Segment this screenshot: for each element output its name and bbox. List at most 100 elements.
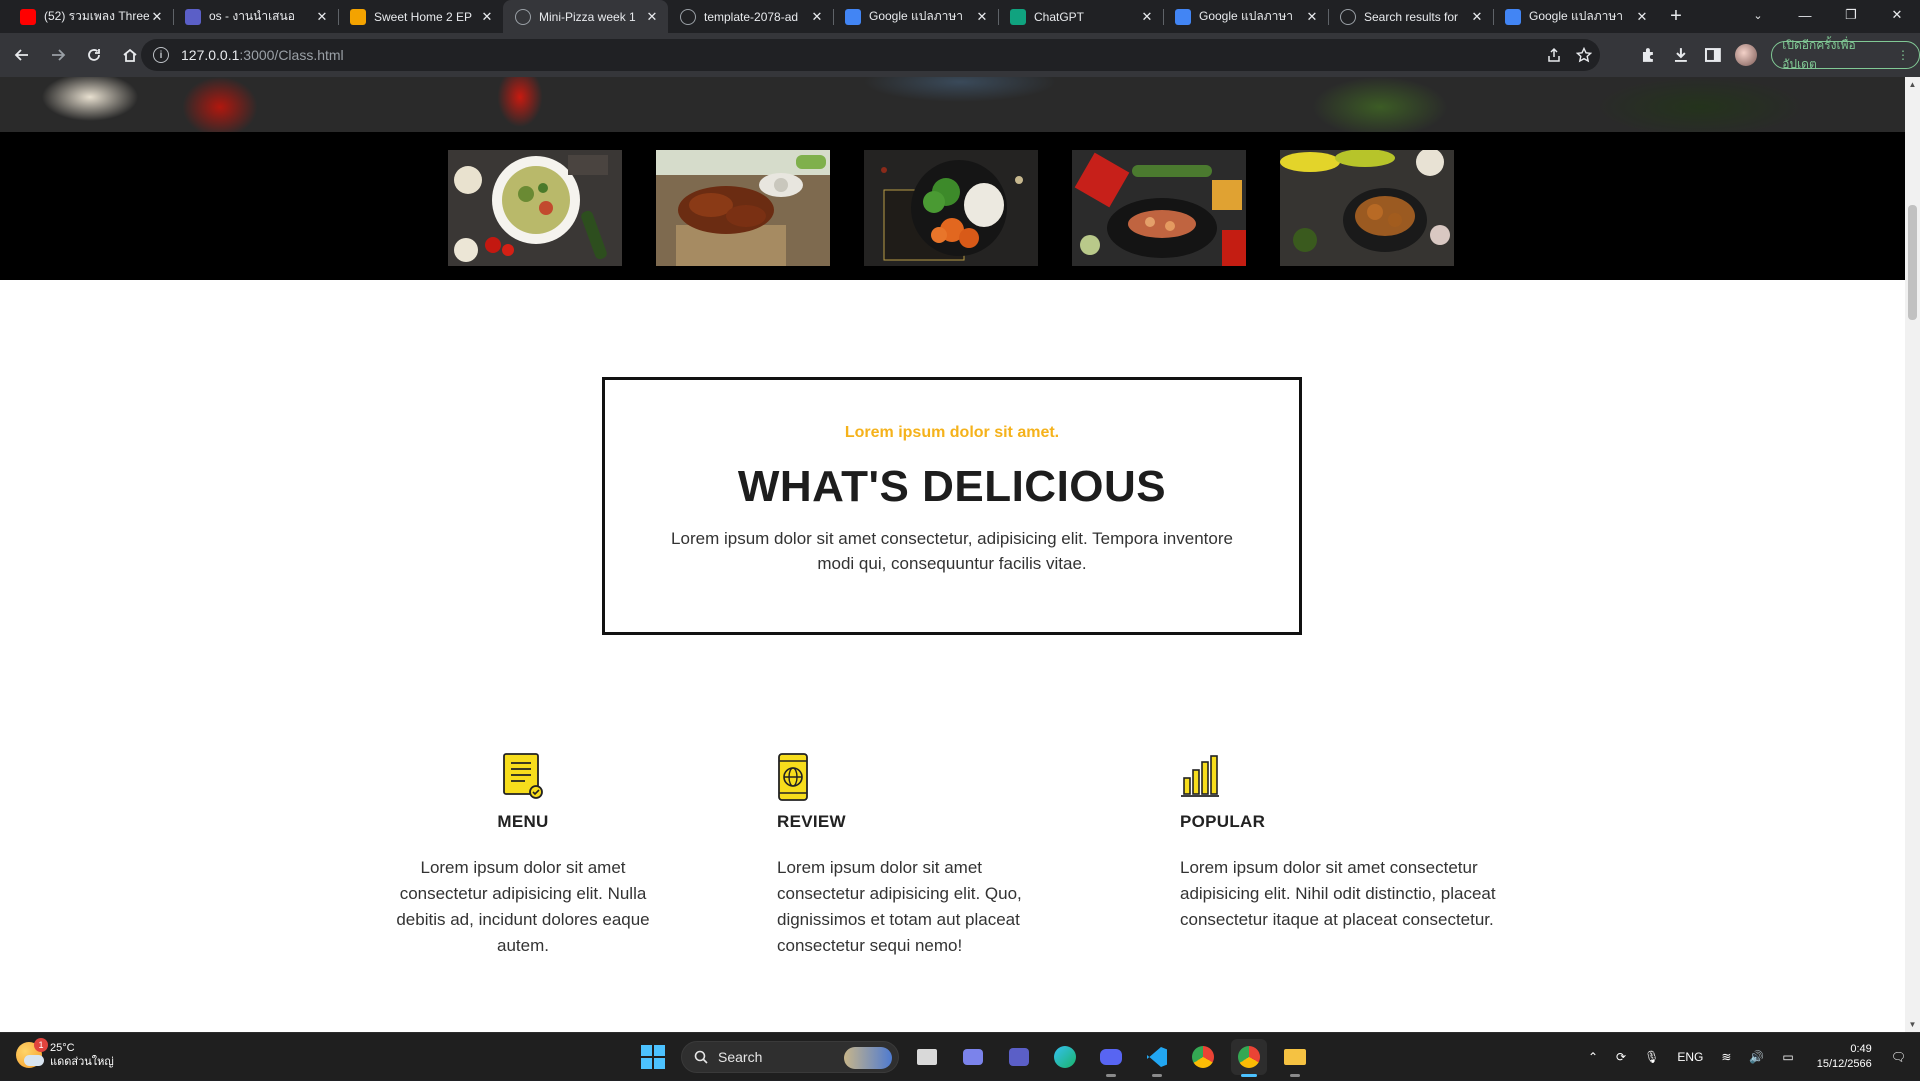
- wifi-icon[interactable]: ≋: [1721, 1050, 1731, 1064]
- tab-title: template-2078-ad: [704, 9, 799, 24]
- weather-badge: 1: [34, 1038, 48, 1052]
- chatgpt-icon: [1010, 8, 1026, 25]
- window-controls: — ❐ ✕: [1782, 0, 1920, 30]
- browser-tab[interactable]: Google แปลภาษา ✕: [833, 0, 998, 33]
- gallery-image-seafood-skillet[interactable]: [1072, 150, 1246, 266]
- scroll-down-arrow-icon[interactable]: ▼: [1905, 1017, 1920, 1032]
- browser-tab[interactable]: Google แปลภาษา ✕: [1493, 0, 1658, 33]
- home-icon: [123, 48, 137, 62]
- tray-overflow-icon[interactable]: ⌃: [1588, 1050, 1598, 1064]
- bar-chart-svg: [1181, 755, 1219, 797]
- share-icon[interactable]: [1546, 47, 1562, 63]
- weather-widget[interactable]: 1 25°C แดดส่วนใหญ่: [16, 1038, 114, 1069]
- volume-icon[interactable]: 🔊: [1749, 1050, 1764, 1064]
- close-tab-icon[interactable]: ✕: [314, 9, 330, 25]
- bookmark-star-icon[interactable]: [1576, 47, 1592, 63]
- update-button[interactable]: เปิดอีกครั้งเพื่ออัปเดต ⋮: [1771, 38, 1920, 71]
- forward-button[interactable]: [42, 39, 74, 71]
- intro-headline: WHAT'S DELICIOUS: [737, 462, 1167, 511]
- search-label: Search: [718, 1049, 763, 1065]
- restore-button[interactable]: ❐: [1828, 0, 1874, 30]
- clock-time: 0:49: [1850, 1043, 1872, 1055]
- hero-image-bottom: [0, 77, 1905, 132]
- close-tab-icon[interactable]: ✕: [974, 9, 990, 25]
- browser-tab[interactable]: template-2078-ad ✕: [668, 0, 833, 33]
- youtube-icon: [20, 8, 36, 25]
- feature-text: Lorem ipsum dolor sit amet consectetur a…: [777, 858, 1022, 955]
- sync-icon[interactable]: ⟳: [1616, 1050, 1626, 1064]
- close-tab-icon[interactable]: ✕: [1634, 9, 1650, 25]
- scrollbar-thumb[interactable]: [1908, 205, 1917, 320]
- globe-icon: [680, 8, 696, 25]
- taskbar-search[interactable]: Search: [681, 1041, 899, 1073]
- feature-review: REVIEW Lorem ipsum dolor sit amet consec…: [777, 752, 1047, 959]
- back-arrow-icon: [14, 49, 28, 61]
- browser-tab[interactable]: os - งานนำเสนอ ✕: [173, 0, 338, 33]
- google-translate-icon: [845, 8, 861, 25]
- microphone-icon[interactable]: 🎙: [1644, 1050, 1659, 1064]
- profile-avatar[interactable]: [1735, 44, 1758, 66]
- tab-title: os - งานนำเสนอ: [209, 9, 295, 23]
- file-explorer-icon[interactable]: [1277, 1039, 1313, 1077]
- close-window-button[interactable]: ✕: [1874, 0, 1920, 30]
- new-tab-button[interactable]: +: [1662, 0, 1690, 33]
- page-scrollbar[interactable]: ▲ ▼: [1905, 77, 1920, 1032]
- menu-document-svg: [503, 753, 543, 799]
- close-tab-icon[interactable]: ✕: [479, 9, 495, 25]
- tab-title: (52) รวมเพลง Three: [44, 9, 149, 23]
- close-tab-icon[interactable]: ✕: [1304, 9, 1320, 25]
- close-tab-icon[interactable]: ✕: [644, 9, 660, 25]
- chrome-active-icon[interactable]: [1231, 1039, 1267, 1077]
- sun-cloud-icon: 1: [16, 1038, 48, 1068]
- teams-icon[interactable]: [1001, 1039, 1037, 1075]
- gallery-image-grilled-chicken[interactable]: [656, 150, 830, 266]
- browser-tab[interactable]: Sweet Home 2 EP ✕: [338, 0, 503, 33]
- extensions-puzzle-icon[interactable]: [1640, 46, 1658, 64]
- gallery-image-braised-dish[interactable]: [1280, 150, 1454, 266]
- site-info-icon[interactable]: i: [153, 47, 169, 63]
- close-tab-icon[interactable]: ✕: [809, 9, 825, 25]
- browser-tab[interactable]: (52) รวมเพลง Three ✕: [8, 0, 173, 33]
- tab-list: (52) รวมเพลง Three ✕ os - งานนำเสนอ ✕ Sweet …: [8, 0, 1658, 33]
- food-gallery: [0, 132, 1905, 280]
- update-label: เปิดอีกครั้งเพื่ออัปเดต: [1782, 38, 1856, 71]
- download-icon[interactable]: [1672, 46, 1690, 64]
- feature-popular: POPULAR Lorem ipsum dolor sit amet conse…: [1180, 752, 1500, 933]
- vscode-icon[interactable]: [1139, 1039, 1175, 1077]
- back-button[interactable]: [6, 39, 38, 71]
- close-tab-icon[interactable]: ✕: [149, 9, 165, 25]
- tab-title: Mini-Pizza week 1: [539, 9, 636, 24]
- minimize-button[interactable]: —: [1782, 0, 1828, 30]
- gallery-image-chicken-broccoli[interactable]: [864, 150, 1038, 266]
- omnibox-actions: [1546, 39, 1592, 71]
- close-tab-icon[interactable]: ✕: [1469, 9, 1485, 25]
- chrome-icon[interactable]: [1185, 1039, 1221, 1075]
- meet-icon[interactable]: [955, 1039, 991, 1075]
- browser-tab[interactable]: Search results for ✕: [1328, 0, 1493, 33]
- tab-title: ChatGPT: [1034, 9, 1085, 24]
- clock[interactable]: 0:49 15/12/2566: [1817, 1042, 1872, 1072]
- browser-tab[interactable]: ChatGPT ✕: [998, 0, 1163, 33]
- scroll-up-arrow-icon[interactable]: ▲: [1905, 77, 1920, 92]
- browser-tab-strip: (52) รวมเพลง Three ✕ os - งานนำเสนอ ✕ Sweet …: [0, 0, 1920, 33]
- gallery-image-green-curry[interactable]: [448, 150, 622, 266]
- close-tab-icon[interactable]: ✕: [1139, 9, 1155, 25]
- intro-lead: Lorem ipsum dolor sit amet consectetur, …: [671, 529, 1233, 573]
- notification-icon[interactable]: 🗨: [1891, 1050, 1906, 1064]
- address-bar[interactable]: i 127.0.0.1:3000/Class.html: [141, 39, 1600, 71]
- browser-tab[interactable]: Google แปลภาษา ✕: [1163, 0, 1328, 33]
- task-view-icon[interactable]: [909, 1039, 945, 1075]
- reload-icon: [88, 49, 100, 61]
- side-panel-icon[interactable]: [1704, 46, 1722, 64]
- reload-button[interactable]: [78, 39, 110, 71]
- browser-toolbar: i 127.0.0.1:3000/Class.html เปิดอีกครั้ง…: [0, 33, 1920, 77]
- start-button[interactable]: [635, 1039, 671, 1075]
- tab-search-icon[interactable]: ⌄: [1738, 0, 1778, 30]
- edge-icon[interactable]: [1047, 1039, 1083, 1075]
- feature-text: Lorem ipsum dolor sit amet consectetur a…: [1180, 858, 1496, 929]
- language-indicator[interactable]: ENG: [1677, 1050, 1703, 1064]
- discord-icon[interactable]: [1093, 1039, 1129, 1077]
- battery-icon[interactable]: ▭: [1782, 1050, 1793, 1064]
- intro-box: Lorem ipsum dolor sit amet. WHAT'S DELIC…: [602, 377, 1302, 635]
- browser-tab[interactable]: Mini-Pizza week 1 ✕: [503, 0, 668, 33]
